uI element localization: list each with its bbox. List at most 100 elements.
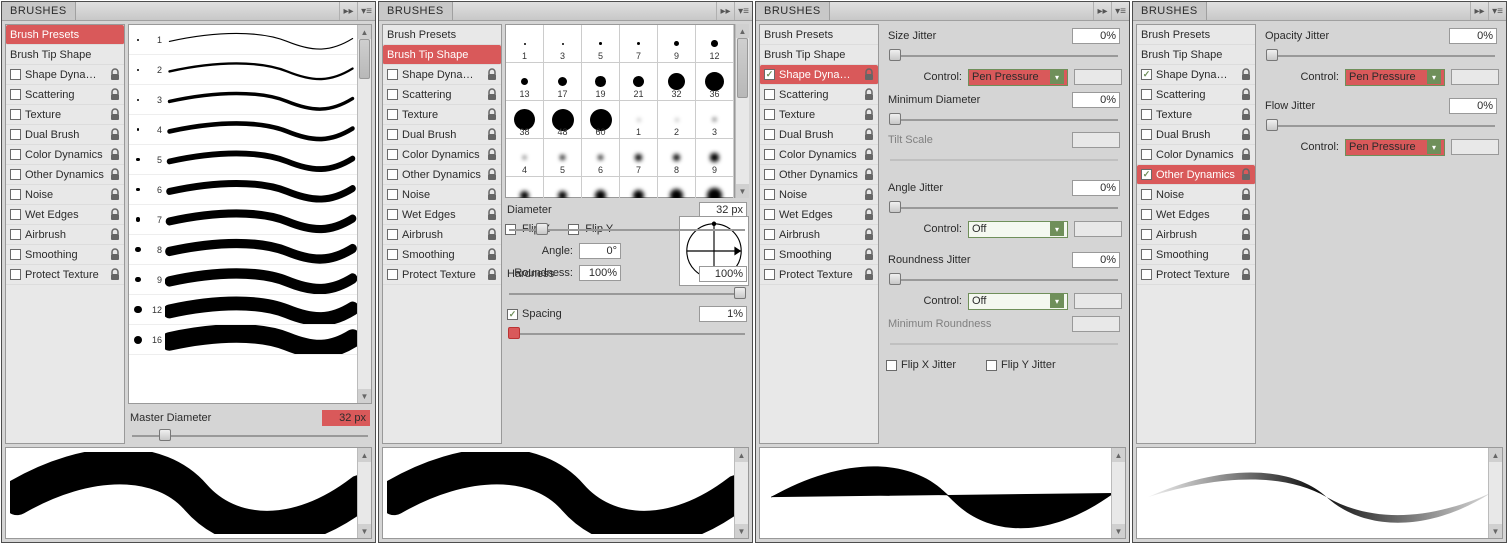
lock-icon[interactable] xyxy=(862,128,876,142)
sidebar-option-shape-dynamics[interactable]: Shape Dynamics xyxy=(383,65,501,85)
option-checkbox[interactable] xyxy=(764,169,775,180)
brush-tip-cell[interactable]: 5 xyxy=(582,25,620,63)
collapse-icon[interactable]: ▸▸ xyxy=(1470,2,1488,20)
angle-jitter-slider[interactable] xyxy=(890,200,1118,216)
opacity-control-dropdown[interactable]: Pen Pressure▾ xyxy=(1345,69,1445,86)
flip-y-jitter-checkbox[interactable] xyxy=(986,360,997,371)
brush-tip-cell[interactable]: 36 xyxy=(696,63,734,101)
sidebar-option-color-dynamics[interactable]: Color Dynamics xyxy=(6,145,124,165)
option-checkbox[interactable] xyxy=(10,149,21,160)
lock-icon[interactable] xyxy=(862,268,876,282)
collapse-icon[interactable]: ▸▸ xyxy=(1093,2,1111,20)
brush-tip-cell[interactable]: 1 xyxy=(506,25,544,63)
flow-jitter-value[interactable]: 0% xyxy=(1449,98,1497,114)
lock-icon[interactable] xyxy=(862,148,876,162)
brush-stroke-row[interactable]: 6 xyxy=(129,175,357,205)
lock-icon[interactable] xyxy=(862,68,876,82)
panel-menu-icon[interactable]: ▾≡ xyxy=(1111,2,1129,20)
lock-icon[interactable] xyxy=(108,88,122,102)
scroll-up-icon[interactable]: ▲ xyxy=(358,25,371,39)
preview-scrollbar[interactable]: ▲▼ xyxy=(357,448,371,538)
brush-tip-cell[interactable]: 6 xyxy=(582,139,620,177)
size-jitter-slider[interactable] xyxy=(890,48,1118,64)
brush-tip-cell[interactable]: 7 xyxy=(620,139,658,177)
sidebar-option-dual-brush[interactable]: Dual Brush xyxy=(383,125,501,145)
brush-tip-cell[interactable]: 16 xyxy=(696,177,734,198)
lock-icon[interactable] xyxy=(108,268,122,282)
lock-icon[interactable] xyxy=(485,148,499,162)
lock-icon[interactable] xyxy=(862,168,876,182)
option-checkbox[interactable] xyxy=(1141,89,1152,100)
opacity-jitter-value[interactable]: 0% xyxy=(1449,28,1497,44)
sidebar-option-other-dynamics[interactable]: Other Dynamics xyxy=(383,165,501,185)
master-diameter-value[interactable]: 32 px xyxy=(322,410,370,426)
option-checkbox[interactable] xyxy=(1141,229,1152,240)
roundness-jitter-value[interactable]: 0% xyxy=(1072,252,1120,268)
brush-tip-cell[interactable]: 8 xyxy=(658,139,696,177)
sidebar-option-texture[interactable]: Texture xyxy=(6,105,124,125)
sidebar-option-airbrush[interactable]: Airbrush xyxy=(6,225,124,245)
brush-tip-cell[interactable]: 3 xyxy=(544,25,582,63)
lock-icon[interactable] xyxy=(485,108,499,122)
scrollbar[interactable]: ▲ ▼ xyxy=(357,25,371,403)
scroll-down-icon[interactable]: ▼ xyxy=(358,389,371,403)
brush-tip-cell[interactable]: 7 xyxy=(620,25,658,63)
option-checkbox[interactable] xyxy=(1141,189,1152,200)
panel-tab[interactable]: BRUSHES xyxy=(756,2,830,20)
brush-tip-cell[interactable]: 4 xyxy=(506,139,544,177)
sidebar-option-dual-brush[interactable]: Dual Brush xyxy=(760,125,878,145)
sidebar-option-wet-edges[interactable]: Wet Edges xyxy=(1137,205,1255,225)
sidebar-option-airbrush[interactable]: Airbrush xyxy=(1137,225,1255,245)
option-checkbox[interactable] xyxy=(764,189,775,200)
brush-tip-cell[interactable]: 5 xyxy=(544,139,582,177)
sidebar-brush-presets[interactable]: Brush Presets xyxy=(6,25,124,45)
brush-tip-cell[interactable]: 9 xyxy=(658,25,696,63)
lock-icon[interactable] xyxy=(108,108,122,122)
brush-stroke-row[interactable]: 9 xyxy=(129,265,357,295)
panel-tab[interactable]: BRUSHES xyxy=(1133,2,1207,20)
lock-icon[interactable] xyxy=(1239,108,1253,122)
option-checkbox[interactable] xyxy=(10,169,21,180)
brush-tip-cell[interactable]: 13 xyxy=(506,63,544,101)
brush-tip-cell[interactable]: 11 xyxy=(544,177,582,198)
option-checkbox[interactable] xyxy=(764,109,775,120)
lock-icon[interactable] xyxy=(1239,228,1253,242)
brush-tip-cell[interactable]: 19 xyxy=(582,63,620,101)
sidebar-option-dual-brush[interactable]: Dual Brush xyxy=(1137,125,1255,145)
diameter-slider[interactable] xyxy=(509,222,745,238)
flip-x-jitter-checkbox[interactable] xyxy=(886,360,897,371)
option-checkbox[interactable] xyxy=(387,89,398,100)
roundness-jitter-control-dropdown[interactable]: Off▾ xyxy=(968,293,1068,310)
scrollbar[interactable]: ▲▼ xyxy=(735,24,749,198)
flow-control-dropdown[interactable]: Pen Pressure▾ xyxy=(1345,139,1445,156)
brush-tip-cell[interactable]: 60 xyxy=(582,101,620,139)
lock-icon[interactable] xyxy=(862,188,876,202)
option-checkbox[interactable] xyxy=(764,229,775,240)
opacity-jitter-slider[interactable] xyxy=(1267,48,1495,64)
flow-jitter-slider[interactable] xyxy=(1267,118,1495,134)
sidebar-brush-presets[interactable]: Brush Presets xyxy=(383,25,501,45)
brush-tip-cell[interactable]: 12 xyxy=(696,25,734,63)
lock-icon[interactable] xyxy=(108,248,122,262)
brush-tip-cell[interactable]: 38 xyxy=(506,101,544,139)
panel-menu-icon[interactable]: ▾≡ xyxy=(734,2,752,20)
option-checkbox[interactable] xyxy=(10,209,21,220)
brush-tip-cell[interactable]: 14 xyxy=(658,177,696,198)
option-checkbox[interactable] xyxy=(1141,209,1152,220)
lock-icon[interactable] xyxy=(1239,88,1253,102)
lock-icon[interactable] xyxy=(485,188,499,202)
sidebar-option-other-dynamics[interactable]: Other Dynamics xyxy=(1137,165,1255,185)
lock-icon[interactable] xyxy=(1239,268,1253,282)
brush-tip-cell[interactable]: 3 xyxy=(696,101,734,139)
sidebar-option-noise[interactable]: Noise xyxy=(760,185,878,205)
option-checkbox[interactable] xyxy=(1141,269,1152,280)
angle-value[interactable]: 0° xyxy=(579,243,621,259)
sidebar-option-smoothing[interactable]: Smoothing xyxy=(383,245,501,265)
option-checkbox[interactable] xyxy=(1141,69,1152,80)
sidebar-option-color-dynamics[interactable]: Color Dynamics xyxy=(383,145,501,165)
option-checkbox[interactable] xyxy=(10,89,21,100)
sidebar-brush-tip-shape[interactable]: Brush Tip Shape xyxy=(6,45,124,65)
sidebar-option-protect-texture[interactable]: Protect Texture xyxy=(6,265,124,285)
option-checkbox[interactable] xyxy=(1141,169,1152,180)
panel-tab[interactable]: BRUSHES xyxy=(379,2,453,20)
